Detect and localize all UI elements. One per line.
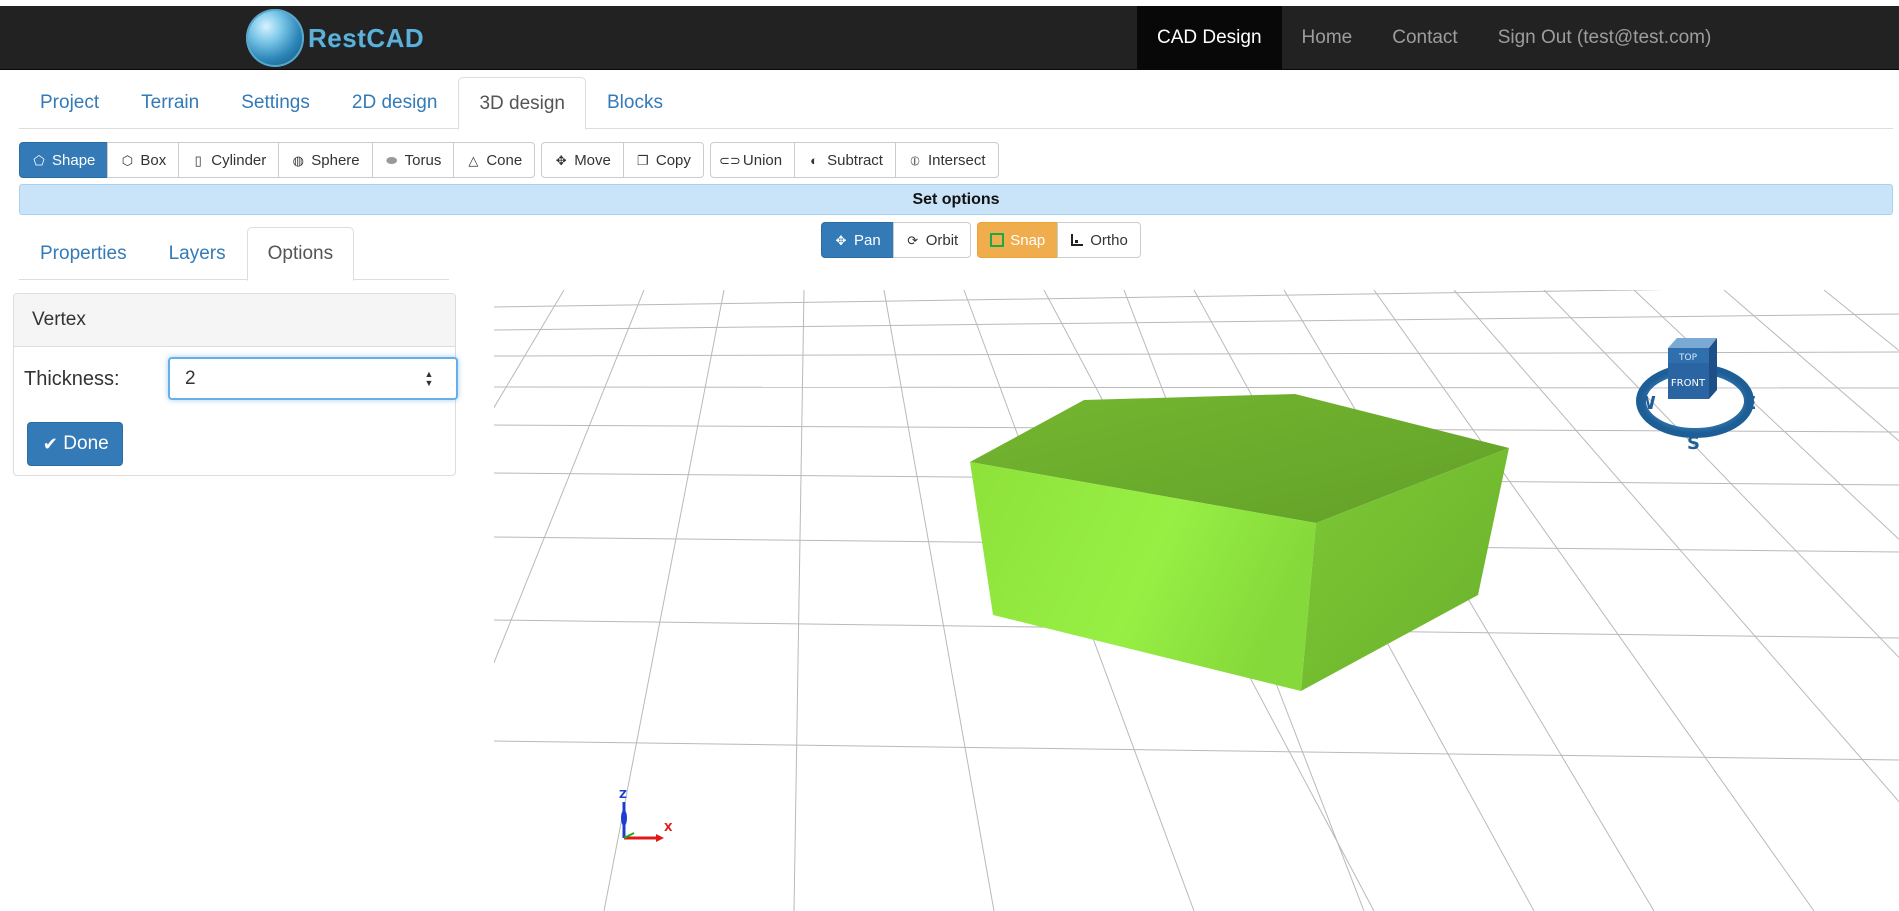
cone-button[interactable]: △ Cone — [453, 142, 536, 178]
spinner-arrows-icon[interactable]: ▲ ▼ — [422, 369, 436, 389]
thickness-input[interactable] — [168, 357, 458, 400]
snap-group: Snap Ortho — [977, 222, 1141, 258]
triangle-icon: △ — [468, 152, 479, 168]
done-button[interactable]: ✔ Done — [27, 422, 123, 466]
boolean-group: ⊂⊃ Union ◐ Subtract ⦶ Intersect — [709, 142, 999, 178]
move-button[interactable]: ✥ Move — [541, 142, 624, 178]
tab-terrain[interactable]: Terrain — [120, 77, 220, 129]
tab-settings[interactable]: Settings — [220, 77, 331, 129]
tab-3d-design[interactable]: 3D design — [458, 77, 586, 130]
torus-button[interactable]: ⬬ Torus — [371, 142, 455, 178]
brand[interactable]: RestCAD — [246, 9, 424, 67]
copy-icon: ❐ — [637, 152, 649, 168]
axis-x-label: X — [664, 821, 673, 834]
compass-e[interactable]: E — [1744, 393, 1756, 414]
ortho-button[interactable]: Ortho — [1057, 222, 1141, 258]
orbit-button[interactable]: ⟳ Orbit — [892, 222, 972, 258]
union-button[interactable]: ⊂⊃ Union — [709, 142, 796, 178]
axes-gizmo: Z X — [619, 788, 673, 842]
intersect-button[interactable]: ⦶ Intersect — [894, 142, 999, 178]
snap-button[interactable]: Snap — [977, 222, 1059, 258]
box-button[interactable]: ⬡ Box — [107, 142, 180, 178]
restcad-logo-icon — [246, 9, 304, 67]
ortho-icon — [1070, 233, 1084, 247]
union-icon: ⊂⊃ — [719, 152, 741, 168]
top-navbar: RestCAD CAD Design Home Contact Sign Out… — [0, 6, 1899, 70]
thickness-row: Thickness: ▲▼ — [24, 357, 458, 401]
sphere-button[interactable]: ◍ Sphere — [278, 142, 373, 178]
main-tabs: Project Terrain Settings 2D design 3D de… — [19, 77, 1893, 130]
cube-front-label: FRONT — [1671, 378, 1706, 389]
subtract-icon: ◐ — [810, 152, 819, 168]
cube-icon: ⬡ — [121, 152, 134, 168]
intersect-icon: ⦶ — [910, 152, 920, 168]
checkmark-icon: ✔ — [42, 434, 58, 454]
nav-cad-design[interactable]: CAD Design — [1137, 6, 1282, 70]
refresh-icon: ⟳ — [907, 232, 919, 248]
copy-button[interactable]: ❐ Copy — [622, 142, 704, 178]
compass-s[interactable]: S — [1687, 433, 1700, 454]
set-options-banner: Set options — [19, 184, 1893, 215]
view-toolbar: ✥ Pan ⟳ Orbit Snap Ortho — [821, 222, 1141, 258]
shape-toolbar: ⬠ Shape ⬡ Box ▯ Cylinder ◍ Sphere ⬬ Toru… — [19, 142, 999, 178]
tab-blocks[interactable]: Blocks — [586, 77, 684, 129]
tab-properties[interactable]: Properties — [19, 227, 148, 280]
cube-top-label: TOP — [1678, 353, 1698, 363]
side-tabs: Properties Layers Options — [19, 227, 449, 281]
nav-home[interactable]: Home — [1282, 6, 1373, 70]
tab-layers[interactable]: Layers — [148, 227, 247, 280]
navigation-group: ✥ Pan ⟳ Orbit — [821, 222, 972, 258]
primitive-group: ⬠ Shape ⬡ Box ▯ Cylinder ◍ Sphere ⬬ Toru… — [19, 142, 536, 178]
3d-viewport[interactable]: W E S TOP FRONT Z X — [494, 290, 1899, 911]
subtract-button[interactable]: ◐ Subtract — [794, 142, 896, 178]
shape-button[interactable]: ⬠ Shape — [19, 142, 109, 178]
panel-title: Vertex — [14, 294, 455, 347]
snap-square-icon — [990, 233, 1005, 247]
nav-links: CAD Design Home Contact Sign Out (test@t… — [1137, 6, 1731, 70]
tab-2d-design[interactable]: 2D design — [331, 77, 459, 129]
nav-contact[interactable]: Contact — [1372, 6, 1477, 70]
nav-sign-out[interactable]: Sign Out (test@test.com) — [1478, 6, 1732, 70]
compass-w[interactable]: W — [1636, 393, 1656, 414]
move-icon: ✥ — [555, 152, 567, 168]
pentagon-icon: ⬠ — [33, 152, 45, 168]
cylinder-icon: ▯ — [194, 152, 202, 168]
view-compass-cube[interactable]: W E S TOP FRONT — [1636, 338, 1756, 454]
axis-z-label: Z — [619, 788, 627, 801]
vertex-panel: Vertex Thickness: ▲▼ ✔ Done — [13, 293, 458, 476]
pentagon-prism-shape[interactable] — [970, 394, 1509, 691]
scene-canvas[interactable]: W E S TOP FRONT Z X — [494, 290, 1899, 911]
cylinder-button[interactable]: ▯ Cylinder — [178, 142, 280, 178]
brand-name: RestCAD — [308, 22, 425, 53]
tab-project[interactable]: Project — [19, 77, 120, 129]
pan-button[interactable]: ✥ Pan — [821, 222, 894, 258]
globe-icon: ◍ — [292, 152, 304, 168]
pan-icon: ✥ — [835, 232, 847, 248]
torus-icon: ⬬ — [386, 152, 398, 168]
tab-options[interactable]: Options — [246, 227, 355, 281]
transform-group: ✥ Move ❐ Copy — [541, 142, 704, 178]
thickness-label: Thickness: — [24, 367, 120, 390]
